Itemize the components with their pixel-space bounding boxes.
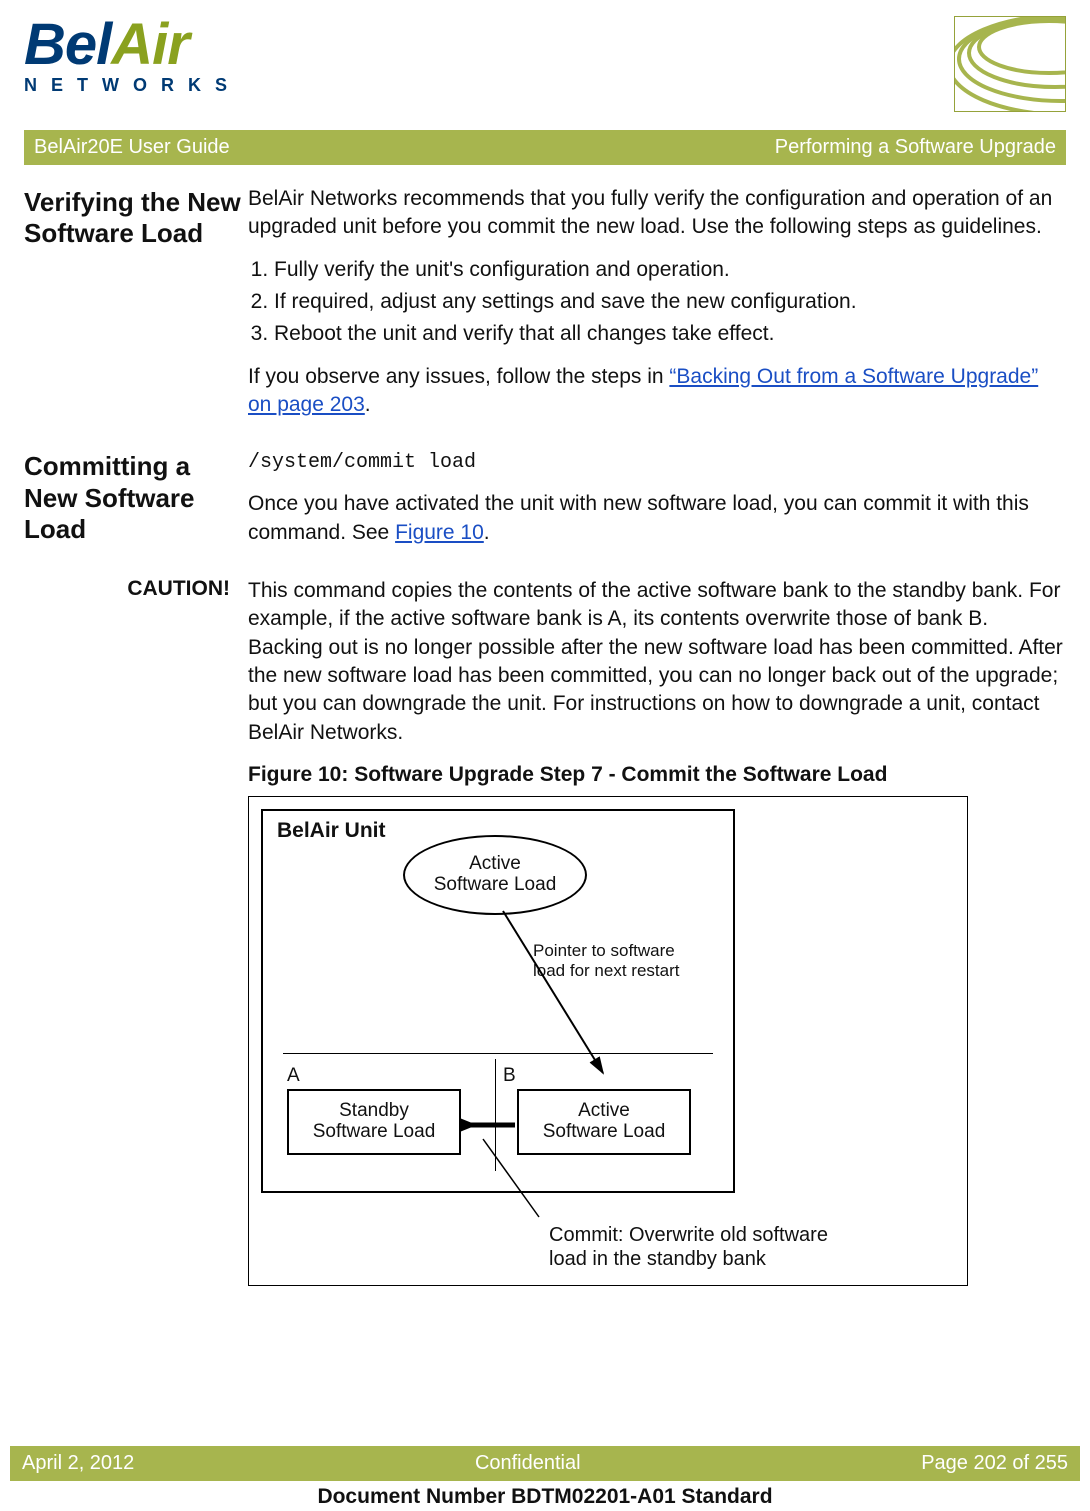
figure-10: BelAir Unit ActiveSoftware Load Pointer … — [248, 796, 968, 1286]
standby-bank-box: StandbySoftware Load — [287, 1089, 461, 1155]
section-verifying: Verifying the New Software Load BelAir N… — [24, 185, 1066, 433]
brand-swirl-icon — [954, 16, 1066, 112]
step-2: If required, adjust any settings and sav… — [274, 288, 1066, 316]
section-heading-verifying: Verifying the New Software Load — [24, 185, 248, 249]
title-bar: BelAir20E User Guide Performing a Softwa… — [24, 130, 1066, 165]
section-caution: CAUTION! This command copies the content… — [24, 577, 1066, 1285]
brand-logo: BelAir NETWORKS — [24, 16, 241, 94]
bank-b-label: B — [503, 1063, 516, 1089]
caution-label: CAUTION! — [24, 577, 248, 601]
document-number: Document Number BDTM02201-A01 Standard — [10, 1485, 1080, 1511]
committing-text: Once you have activated the unit with ne… — [248, 490, 1066, 547]
chapter-title: Performing a Software Upgrade — [775, 136, 1056, 159]
figure-caption: Figure 10: Software Upgrade Step 7 - Com… — [248, 761, 1066, 789]
verifying-intro: BelAir Networks recommends that you full… — [248, 185, 1066, 242]
bank-divider-line — [283, 1053, 713, 1054]
section-committing: Committing a New Software Load /system/c… — [24, 449, 1066, 561]
belair-unit-title: BelAir Unit — [277, 817, 386, 845]
commit-callout-line-icon — [479, 1137, 559, 1227]
link-figure-10[interactable]: Figure 10 — [395, 521, 484, 544]
doc-title: BelAir20E User Guide — [34, 136, 230, 159]
footer-confidential: Confidential — [475, 1452, 581, 1475]
commit-callout-text: Commit: Overwrite old softwareload in th… — [549, 1223, 929, 1271]
logo-suffix: Air — [111, 16, 189, 74]
logo-prefix: Bel — [24, 16, 111, 74]
page-footer: April 2, 2012 Confidential Page 202 of 2… — [10, 1446, 1080, 1511]
page-header: BelAir NETWORKS — [24, 16, 1066, 112]
commit-command: /system/commit load — [248, 449, 1066, 476]
step-3: Reboot the unit and verify that all chan… — [274, 320, 1066, 348]
belair-unit-box: BelAir Unit ActiveSoftware Load Pointer … — [261, 809, 735, 1193]
section-heading-committing: Committing a New Software Load — [24, 449, 248, 545]
pointer-arrow-icon — [493, 903, 623, 1083]
logo-subtext: NETWORKS — [24, 76, 241, 94]
footer-date: April 2, 2012 — [22, 1452, 134, 1475]
bank-a-label: A — [287, 1063, 300, 1089]
verifying-steps: Fully verify the unit's configuration an… — [248, 256, 1066, 349]
step-1: Fully verify the unit's configuration an… — [274, 256, 1066, 284]
verifying-followup: If you observe any issues, follow the st… — [248, 363, 1066, 420]
caution-body: This command copies the contents of the … — [248, 577, 1066, 747]
footer-page-number: Page 202 of 255 — [921, 1452, 1068, 1475]
